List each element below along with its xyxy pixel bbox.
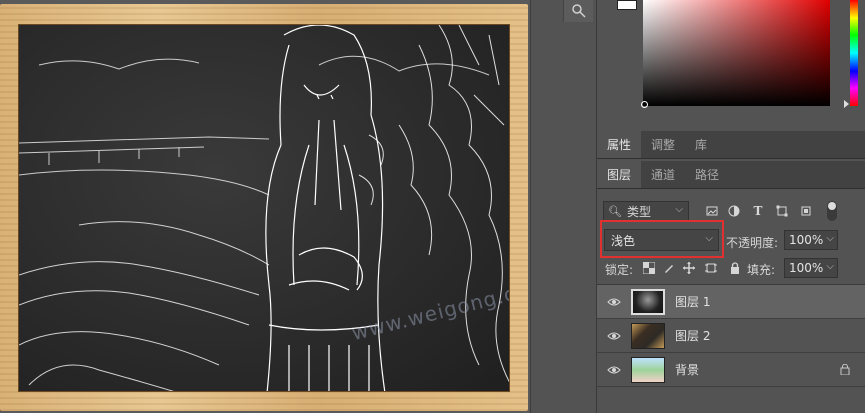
layer-name: 图层 1 [675, 295, 711, 309]
fill-input[interactable]: 100% ⌵ [784, 258, 838, 278]
chevron-down-icon: ⌵ [675, 204, 683, 215]
chevron-down-icon: ⌵ [826, 233, 834, 244]
layer-thumbnail [631, 356, 665, 383]
lock-icon [840, 363, 850, 378]
visibility-eye-icon[interactable] [597, 319, 631, 353]
visibility-eye-icon[interactable] [597, 285, 631, 319]
chalk-sketch-illustration [19, 25, 509, 391]
document-canvas[interactable]: www.weigong.com [0, 0, 530, 413]
layer-thumbnail [631, 322, 665, 349]
layer-filter-row: 🔍︎ 类型 ⌵ T [597, 197, 865, 223]
tab-layers[interactable]: 图层 [597, 161, 642, 188]
opacity-label: 不透明度: [726, 236, 779, 250]
visibility-eye-icon[interactable] [597, 353, 631, 387]
lock-row: 锁定: 填充: 100% ⌵ [597, 257, 865, 281]
chalkboard-image: www.weigong.com [18, 24, 510, 392]
layers-list: 图层 1 图层 2 背景 [597, 284, 865, 413]
quick-selection-icon[interactable] [563, 0, 593, 22]
color-picker-handle[interactable] [641, 101, 648, 108]
tab-properties[interactable]: 属性 [597, 131, 642, 158]
pixel-filter-icon[interactable] [703, 202, 721, 220]
fill-value: 100% [789, 261, 824, 275]
blend-mode-select[interactable]: 浅色 ⌵ [604, 229, 719, 251]
opacity-input[interactable]: 100% ⌵ [784, 230, 838, 250]
foreground-color-swatch[interactable] [617, 0, 637, 10]
filter-kind-select[interactable]: 🔍︎ 类型 ⌵ [603, 201, 689, 221]
lock-position-icon[interactable] [681, 260, 697, 276]
layer-row[interactable]: 图层 1 [597, 285, 865, 319]
layer-row[interactable]: 图层 2 [597, 319, 865, 353]
smart-object-filter-icon[interactable] [797, 202, 815, 220]
lock-all-icon[interactable] [727, 260, 743, 276]
layer-name: 背景 [675, 363, 700, 377]
right-panel: 属性 调整 库 图层 通道 路径 🔍︎ 类型 ⌵ T 浅色 ⌵ 不透明度: 10… [596, 0, 865, 413]
chevron-down-icon: ⌵ [826, 261, 834, 272]
adjustment-filter-icon[interactable] [725, 202, 743, 220]
properties-tab-bar: 属性 调整 库 [597, 131, 865, 159]
layer-thumbnail [631, 288, 665, 315]
lock-label: 锁定: [605, 263, 634, 277]
lock-image-pixels-icon[interactable] [661, 260, 677, 276]
layer-name: 图层 2 [675, 329, 711, 343]
hue-slider[interactable] [850, 0, 858, 106]
tool-strip [530, 0, 596, 413]
opacity-value: 100% [789, 233, 824, 247]
chalkboard-frame: www.weigong.com [0, 4, 528, 411]
shape-filter-icon[interactable] [773, 202, 791, 220]
tab-adjustments[interactable]: 调整 [641, 131, 685, 158]
lock-transparent-pixels-icon[interactable] [641, 260, 657, 276]
hue-slider-arrow-icon[interactable] [844, 100, 849, 108]
filter-kind-label: 类型 [626, 204, 651, 219]
color-picker-panel [597, 0, 865, 128]
blend-mode-row: 浅色 ⌵ 不透明度: 100% ⌵ [597, 226, 865, 254]
blend-mode-value: 浅色 [611, 233, 636, 248]
layers-tab-bar: 图层 通道 路径 [597, 161, 865, 189]
tab-libraries[interactable]: 库 [685, 131, 717, 158]
search-icon: 🔍︎ [608, 204, 622, 218]
layer-row[interactable]: 背景 [597, 353, 865, 387]
type-filter-icon[interactable]: T [749, 202, 767, 220]
fill-label: 填充: [747, 263, 776, 277]
tab-paths[interactable]: 路径 [685, 161, 729, 188]
chevron-down-icon: ⌵ [705, 233, 713, 244]
filter-toggle-switch[interactable] [827, 201, 837, 221]
lock-artboard-icon[interactable] [703, 260, 719, 276]
tab-channels[interactable]: 通道 [641, 161, 685, 188]
color-saturation-field[interactable] [643, 0, 830, 106]
